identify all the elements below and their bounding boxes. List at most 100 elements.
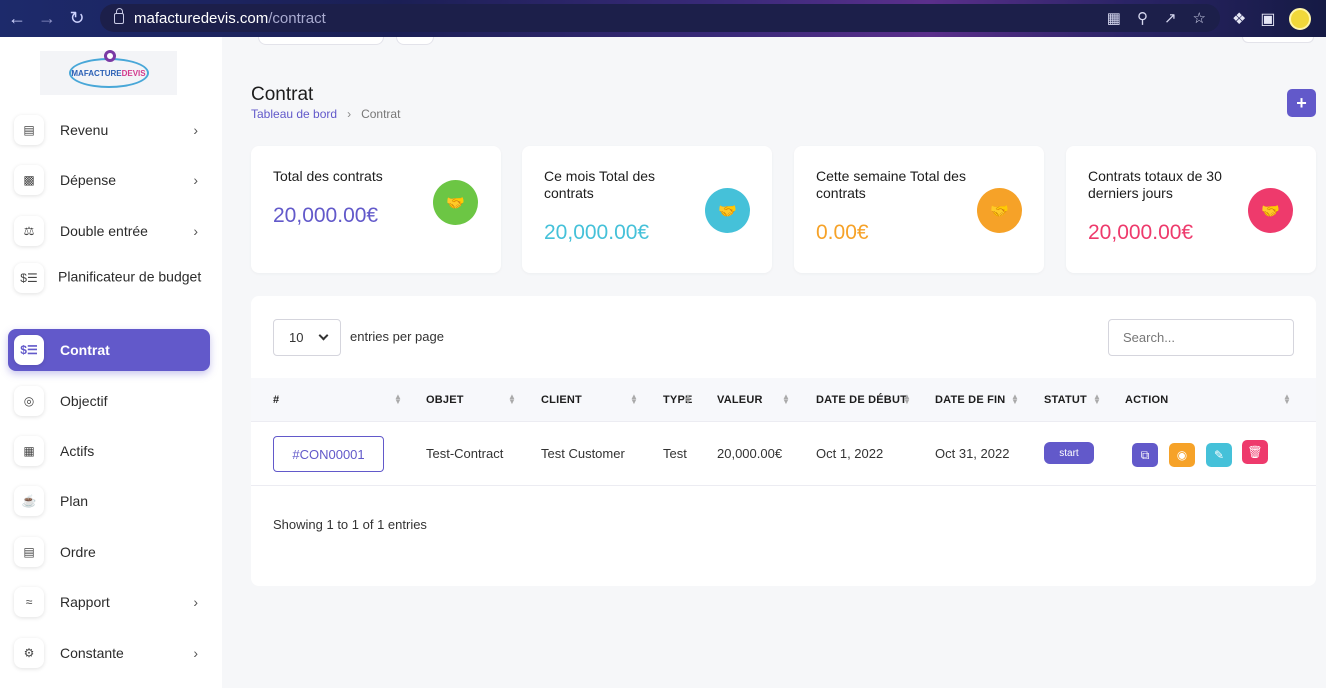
chart-line-icon: ≈ xyxy=(14,587,44,617)
copy-button[interactable]: ⧉ xyxy=(1132,443,1158,467)
url-path: /contract xyxy=(268,9,326,27)
cell-type: Test xyxy=(663,446,687,461)
copy-icon: ⧉ xyxy=(1140,447,1150,462)
delete-button[interactable]: 🗑 xyxy=(1242,440,1268,464)
table-info: Showing 1 to 1 of 1 entries xyxy=(273,517,427,532)
sidebar-item-contrat[interactable]: $☰ Contrat xyxy=(8,329,210,371)
sort-icon[interactable]: ▲ ▼ xyxy=(394,393,402,406)
breadcrumb-current: Contrat xyxy=(361,107,401,121)
view-button[interactable]: ◉ xyxy=(1169,443,1195,467)
sort-icon[interactable]: ▲ ▼ xyxy=(1011,393,1019,406)
add-contract-button[interactable]: + xyxy=(1287,89,1316,117)
sidebar-item-objectif[interactable]: ◎ Objectif xyxy=(14,380,210,422)
contract-id-link[interactable]: #CON00001 xyxy=(273,436,384,472)
sidebar-item-label: Ordre xyxy=(60,544,96,560)
sort-icon[interactable]: ▲ ▼ xyxy=(684,393,692,406)
browser-toolbar: ← → ↻ mafacturedevis.com/contract ▦ ⚲ ↗ … xyxy=(0,0,1326,37)
sidebar-item-label: Contrat xyxy=(60,342,110,358)
settings-icon: ⚙ xyxy=(14,638,44,668)
per-page-label: entries per page xyxy=(350,329,444,344)
sidebar: MAFACTURE DEVIS ▤ Revenu › ▩ Dépense › ⚖ … xyxy=(0,37,222,698)
column-header[interactable]: # xyxy=(273,394,279,406)
stat-card-total: Total des contrats 20,000.00€ 🤝 xyxy=(251,146,501,273)
handshake-icon: 🤝 xyxy=(705,188,750,233)
coins-icon: $☰ xyxy=(14,335,44,365)
sort-icon[interactable]: ▲ ▼ xyxy=(782,393,790,406)
column-header[interactable]: ACTION xyxy=(1125,394,1168,406)
entries-per-page-select[interactable]: 10 xyxy=(273,319,341,356)
contracts-table-card: 10 entries per page # ▲▼ OBJET ▲▼ CLIENT… xyxy=(251,296,1316,586)
cell-objet: Test-Contract xyxy=(426,446,504,461)
card-value: 20,000.00€ xyxy=(1088,221,1194,244)
sort-icon[interactable]: ▲ ▼ xyxy=(630,393,638,406)
edit-icon: ✎ xyxy=(1213,448,1225,462)
stat-card-month: Ce mois Total des contrats 20,000.00€ 🤝 xyxy=(522,146,772,273)
logo-text: MAFACTURE xyxy=(71,68,122,78)
column-header[interactable]: DATE DE DÉBUT xyxy=(816,394,907,406)
side-panel-icon[interactable]: ▣ xyxy=(1260,9,1275,29)
per-page-value: 10 xyxy=(289,330,304,345)
sidebar-item-label: Constante xyxy=(60,645,124,661)
card-title: Ce mois Total des contrats xyxy=(544,168,656,201)
column-header[interactable]: STATUT xyxy=(1044,394,1087,406)
sort-icon[interactable]: ▲ ▼ xyxy=(903,393,911,406)
card-title: Contrats totaux de 30 derniers jours xyxy=(1088,168,1222,201)
search-input[interactable] xyxy=(1108,319,1294,356)
card-value: 20,000.00€ xyxy=(273,204,379,227)
column-header[interactable]: VALEUR xyxy=(717,394,763,406)
sidebar-item-rapport[interactable]: ≈ Rapport › xyxy=(14,581,210,623)
trophy-icon: ☕ xyxy=(14,486,44,516)
translate-icon[interactable]: ▦ xyxy=(1107,9,1121,27)
handshake-icon: 🤝 xyxy=(433,180,478,225)
address-bar[interactable]: mafacturedevis.com/contract ▦ ⚲ ↗ ☆ xyxy=(100,4,1220,32)
page-title: Contrat xyxy=(251,84,314,105)
url-host: mafacturedevis.com xyxy=(134,9,269,27)
handshake-icon: 🤝 xyxy=(977,188,1022,233)
extensions-puzzle-icon[interactable]: ❖ xyxy=(1232,9,1246,29)
handshake-icon: 🤝 xyxy=(1248,188,1293,233)
sort-icon[interactable]: ▲ ▼ xyxy=(508,393,516,406)
logo-text-accent: DEVIS xyxy=(121,68,146,78)
sidebar-item-actifs[interactable]: ▦ Actifs xyxy=(14,430,210,472)
clipboard-icon: ▩ xyxy=(14,165,44,195)
share-icon[interactable]: ↗ xyxy=(1164,9,1177,27)
column-header[interactable]: OBJET xyxy=(426,394,464,406)
cell-date-fin: Oct 31, 2022 xyxy=(935,446,1010,461)
coins-icon: $☰ xyxy=(14,263,44,293)
breadcrumb-home[interactable]: Tableau de bord xyxy=(251,107,337,121)
stat-card-week: Cette semaine Total des contrats 0.00€ 🤝 xyxy=(794,146,1044,273)
sidebar-item-label: Dépense xyxy=(60,172,117,188)
sidebar-item-planificateur[interactable]: $☰ Planificateur de budget xyxy=(14,263,210,293)
sidebar-item-plan[interactable]: ☕ Plan xyxy=(14,480,210,522)
logo[interactable]: MAFACTURE DEVIS xyxy=(40,50,177,95)
sidebar-item-double-entree[interactable]: ⚖ Double entrée › xyxy=(14,210,210,252)
sidebar-item-depense[interactable]: ▩ Dépense › xyxy=(14,159,210,201)
sort-icon[interactable]: ▲ ▼ xyxy=(1093,393,1101,406)
sidebar-item-label: Actifs xyxy=(60,443,95,459)
header-control[interactable] xyxy=(1242,37,1314,43)
forward-arrow-icon[interactable]: → xyxy=(32,4,62,34)
sidebar-item-constante[interactable]: ⚙ Constante › xyxy=(14,632,210,674)
reload-icon[interactable]: ↻ xyxy=(62,4,92,34)
sidebar-item-ordre[interactable]: ▤ Ordre xyxy=(14,531,210,573)
sidebar-item-label: Planificateur de budget xyxy=(58,268,202,285)
bookmark-star-icon[interactable]: ☆ xyxy=(1193,9,1206,27)
edit-button[interactable]: ✎ xyxy=(1206,443,1232,467)
column-header[interactable]: DATE DE FIN xyxy=(935,394,1005,406)
sidebar-item-revenu[interactable]: ▤ Revenu › xyxy=(14,109,210,151)
cart-icon: ▤ xyxy=(14,537,44,567)
header-control[interactable] xyxy=(396,37,434,45)
header-control[interactable] xyxy=(258,37,384,45)
table-header: # ▲ ▼ OBJET ▲ ▼ CLIENT ▲ ▼ TYPE ▲ ▼ VALEUR ▲… xyxy=(251,378,1316,422)
chevron-right-icon: › xyxy=(193,223,198,239)
profile-avatar[interactable] xyxy=(1289,7,1312,30)
chevron-right-icon: › xyxy=(193,645,198,661)
table-row: #CON00001 Test-Contract Test Customer Te… xyxy=(251,423,1316,486)
back-arrow-icon[interactable]: ← xyxy=(2,4,32,34)
target-icon: ◎ xyxy=(14,386,44,416)
column-header[interactable]: CLIENT xyxy=(541,394,582,406)
breadcrumb: Tableau de bord › Contrat xyxy=(251,107,400,121)
sort-icon[interactable]: ▲ ▼ xyxy=(1283,393,1291,406)
status-badge: start xyxy=(1044,442,1094,464)
zoom-icon[interactable]: ⚲ xyxy=(1137,9,1148,27)
